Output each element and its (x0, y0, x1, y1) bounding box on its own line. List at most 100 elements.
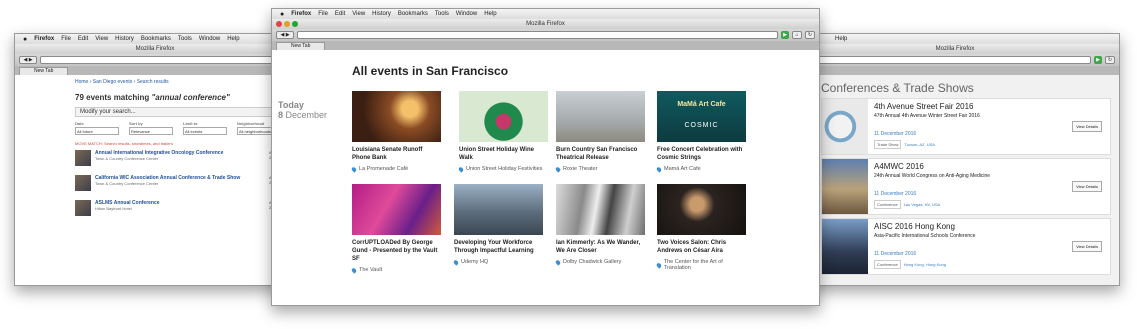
tab-new[interactable]: New Tab (276, 42, 326, 50)
location-pin-icon (457, 165, 465, 173)
event-image (822, 99, 868, 154)
event-image (657, 184, 746, 235)
menu-file[interactable]: File (61, 36, 71, 42)
menu-history[interactable]: History (372, 11, 391, 17)
view-details-button[interactable]: View Details (1072, 241, 1102, 252)
event-card[interactable]: Burn Country San Francisco Theatrical Re… (554, 91, 645, 173)
window-title: Mozilla Firefox (526, 21, 565, 27)
date-select[interactable]: All future (75, 127, 119, 135)
home-button[interactable]: ⌂ (792, 31, 802, 39)
event-venue: Union Street Holiday Festivities (457, 165, 548, 173)
url-bar[interactable] (297, 31, 778, 39)
poster-line: COSMIC (684, 122, 719, 129)
menu-firefox[interactable]: Firefox (291, 11, 311, 17)
filter-date: Date All future (75, 121, 119, 135)
event-title[interactable]: Ian Kimmerly: As We Wander, We Are Close… (556, 239, 645, 255)
event-title[interactable]: Louisiana Senate Runoff Phone Bank (352, 146, 441, 162)
menu-history[interactable]: History (115, 36, 134, 42)
event-card[interactable]: MaMá Art Cafe COSMIC Free Concert Celebr… (655, 91, 746, 173)
event-image (556, 91, 645, 142)
breadcrumb[interactable]: Home › San Diego events › Search results (75, 79, 287, 85)
event-card[interactable]: A4MWC 2016 24th Annual World Congress on … (821, 158, 1111, 215)
menu-tools[interactable]: Tools (178, 36, 192, 42)
event-card[interactable]: Two Voices Salon: Chris Andrews on César… (655, 184, 746, 271)
filter-limit: Limit to All events (183, 121, 227, 135)
event-card[interactable]: Union Street Holiday Wine Walk Union Str… (457, 91, 548, 173)
result-thumbnail (75, 200, 91, 216)
page-heading: Conferences & Trade Shows (821, 81, 974, 95)
close-window-button[interactable] (276, 21, 282, 27)
menu-tools[interactable]: Tools (435, 11, 449, 17)
back-forward-button[interactable]: ◀ ▶ (276, 31, 294, 39)
reload-button[interactable]: ↻ (1105, 56, 1115, 64)
event-card[interactable]: CorrUPTLOADed By George Gund - Presented… (350, 184, 441, 274)
filter-row: Date All future Sort by Relevance Limit to… (75, 121, 287, 135)
result-item[interactable]: Annual International Integrative Oncolog… (75, 150, 287, 166)
event-title[interactable]: Union Street Holiday Wine Walk (459, 146, 548, 162)
url-bar[interactable] (40, 56, 291, 64)
location-pin-icon (655, 261, 662, 269)
nav-toolbar: ▶ ↻ (791, 54, 1119, 66)
go-button[interactable]: ▶ (1094, 56, 1102, 64)
search-results-page: Home › San Diego events › Search results… (15, 75, 295, 216)
right-browser-window: Help Mozilla Firefox ▶ ↻ Conferences & T… (790, 33, 1120, 286)
event-venue: The Center for the Art of Translation (655, 259, 746, 271)
apple-icon[interactable]: ● (280, 11, 284, 18)
menu-view[interactable]: View (95, 36, 108, 42)
back-forward-button[interactable]: ◀ ▶ (19, 56, 37, 64)
menu-help[interactable]: Help (484, 11, 496, 17)
location-pin-icon (452, 258, 460, 266)
menu-help[interactable]: Help (835, 36, 847, 42)
event-image (556, 184, 645, 235)
menu-view[interactable]: View (352, 11, 365, 17)
url-bar[interactable] (795, 56, 1091, 64)
minimize-window-button[interactable] (284, 21, 290, 27)
result-item[interactable]: ASLMS Annual Conference Hilton Bayfront H… (75, 200, 287, 216)
event-image (454, 184, 543, 235)
page-heading: All events in San Francisco (352, 64, 509, 78)
event-card[interactable]: Louisiana Senate Runoff Phone Bank La Pr… (350, 91, 441, 173)
apple-icon[interactable]: ● (23, 36, 27, 43)
tab-new[interactable]: New Tab (19, 67, 69, 75)
result-thumbnail (75, 175, 91, 191)
menu-bookmarks[interactable]: Bookmarks (141, 36, 171, 42)
event-card[interactable]: Ian Kimmerly: As We Wander, We Are Close… (554, 184, 645, 266)
menu-firefox[interactable]: Firefox (34, 36, 54, 42)
event-title[interactable]: Burn Country San Francisco Theatrical Re… (556, 146, 645, 162)
result-item[interactable]: California WIC Association Annual Confer… (75, 175, 287, 191)
results-count: 79 events matching "annual conference" (75, 93, 230, 102)
sort-select[interactable]: Relevance (129, 127, 173, 135)
event-venue: Mamá Art Cafe (655, 165, 746, 173)
event-card[interactable]: Developing Your Workforce Through Impact… (452, 184, 543, 266)
event-venue: Roxie Theater (554, 165, 645, 173)
main-browser-window: ● Firefox File Edit View History Bookmar… (271, 8, 820, 306)
promo-hint[interactable]: MOVE MATCH: Search results, showtimes, a… (75, 141, 287, 146)
event-title[interactable]: Two Voices Salon: Chris Andrews on César… (657, 239, 746, 255)
window-controls (276, 21, 298, 27)
event-title[interactable]: CorrUPTLOADed By George Gund - Presented… (352, 239, 441, 263)
event-card[interactable]: 4th Avenue Street Fair 2016 47th Annual 4… (821, 98, 1111, 155)
tab-bar (791, 66, 1119, 75)
menu-window[interactable]: Window (456, 11, 477, 17)
go-button[interactable]: ▶ (781, 31, 789, 39)
event-title[interactable]: Free Concert Celebration with Cosmic Str… (657, 146, 746, 162)
view-details-button[interactable]: View Details (1072, 181, 1102, 192)
location-pin-icon (554, 165, 562, 173)
menu-file[interactable]: File (318, 11, 328, 17)
menu-help[interactable]: Help (227, 36, 239, 42)
menu-window[interactable]: Window (199, 36, 220, 42)
menu-edit[interactable]: Edit (78, 36, 88, 42)
event-image (822, 219, 868, 274)
menu-bookmarks[interactable]: Bookmarks (398, 11, 428, 17)
event-title[interactable]: Developing Your Workforce Through Impact… (454, 239, 543, 255)
limit-select[interactable]: All events (183, 127, 227, 135)
location-pin-icon (655, 165, 663, 173)
reload-button[interactable]: ↻ (805, 31, 815, 39)
event-venue: Dolby Chadwick Gallery (554, 258, 645, 266)
event-card[interactable]: AISC 2016 Hong Kong Asia-Pacific Internat… (821, 218, 1111, 275)
event-image (352, 184, 441, 235)
menu-edit[interactable]: Edit (335, 11, 345, 17)
view-details-button[interactable]: View Details (1072, 121, 1102, 132)
zoom-window-button[interactable] (292, 21, 298, 27)
modify-search-input[interactable]: Modify your search... (75, 107, 275, 117)
